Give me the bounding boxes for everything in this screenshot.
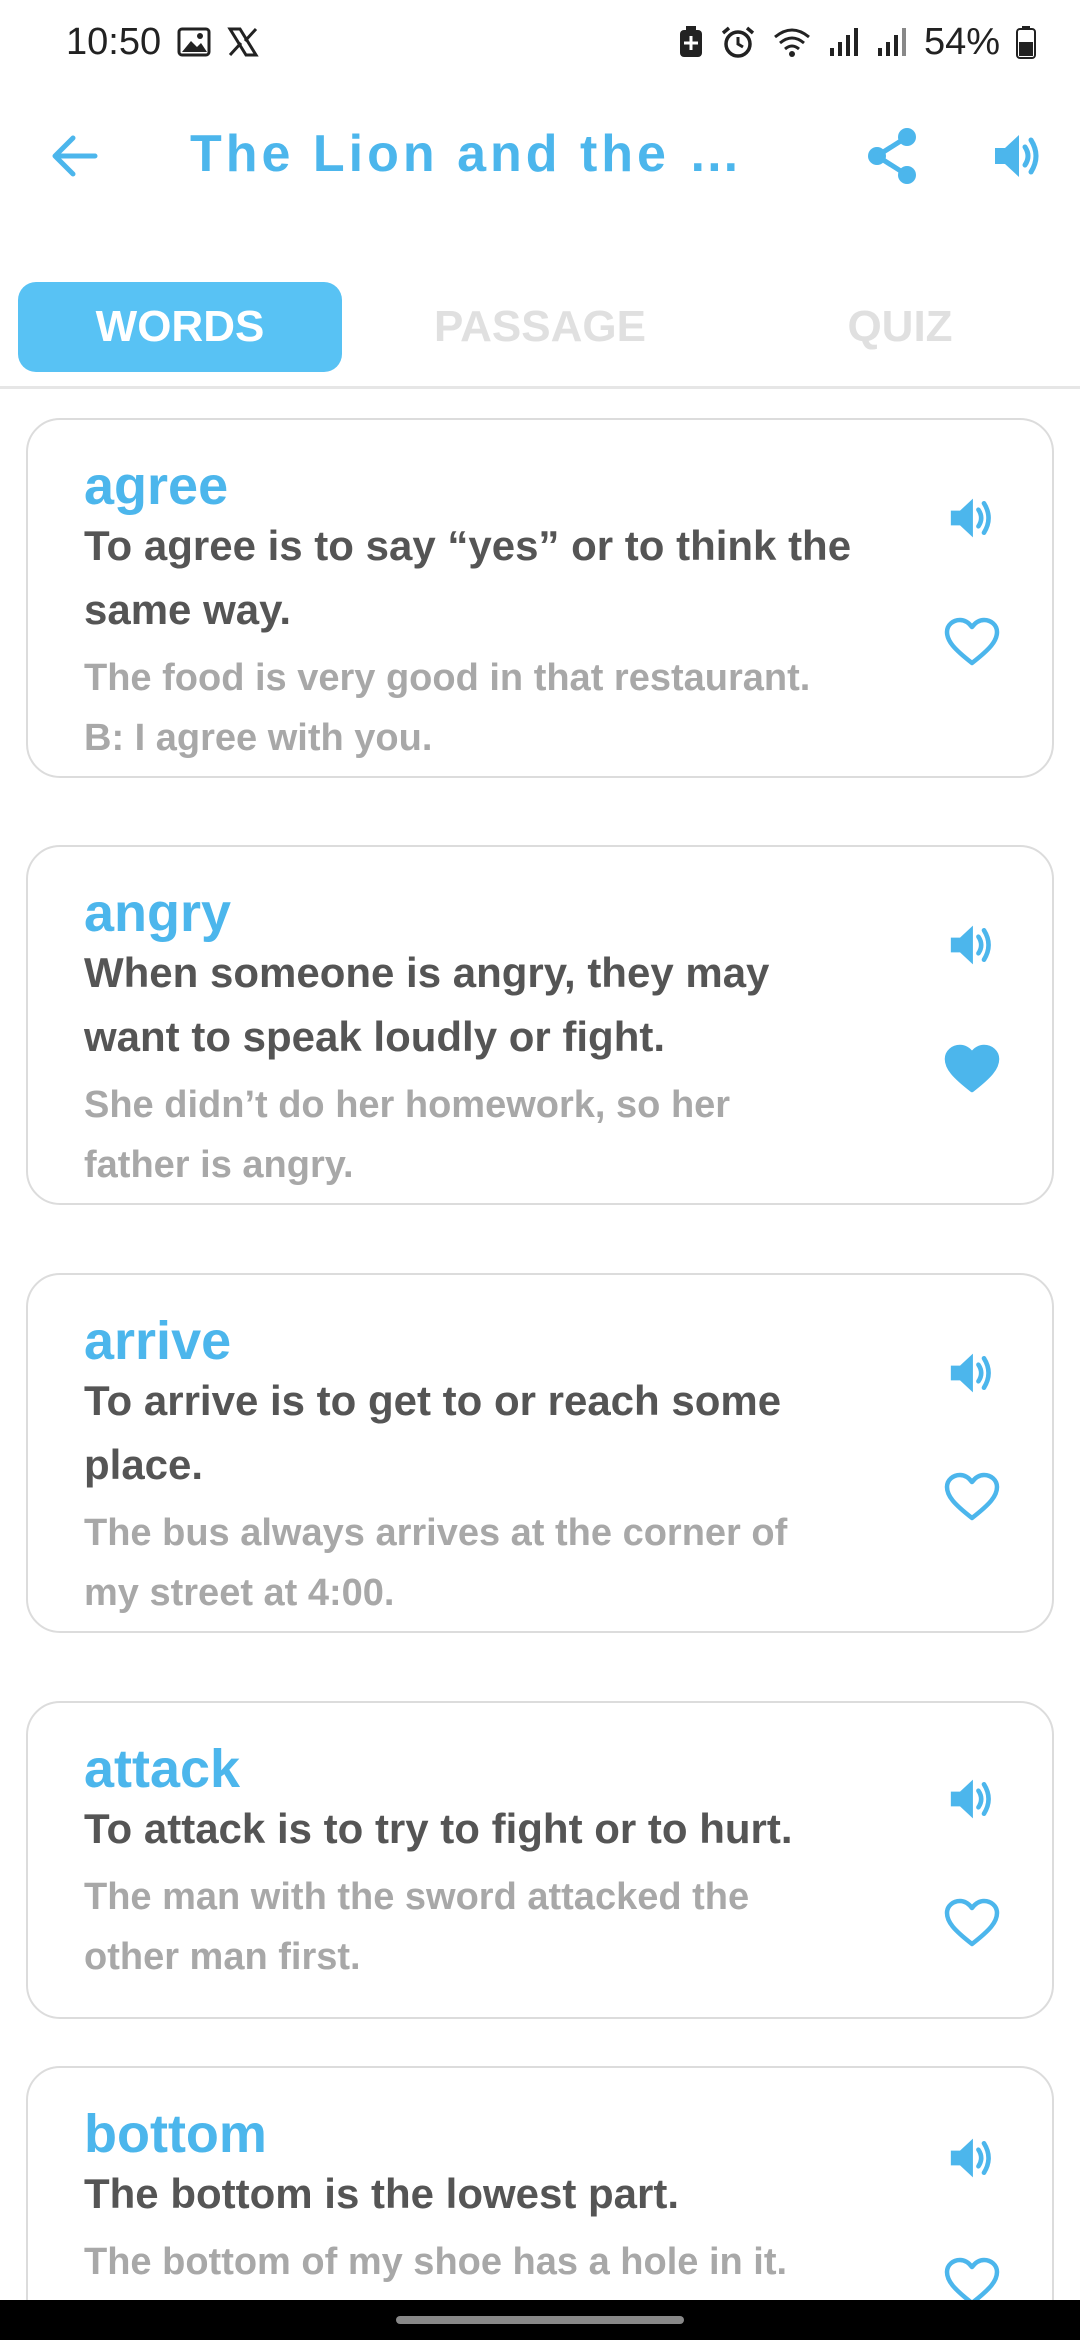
tab-passage[interactable]: PASSAGE	[378, 282, 702, 372]
word-term: arrive	[84, 1311, 232, 1371]
pronounce-button[interactable]	[932, 1333, 1012, 1413]
tab-words[interactable]: WORDS	[18, 282, 342, 372]
speaker-icon	[950, 1353, 991, 1393]
tab-divider	[0, 386, 1080, 389]
tab-quiz[interactable]: QUIZ	[738, 282, 1062, 372]
word-definition: The bottom is the lowest part.	[84, 2170, 680, 2217]
status-bar: 10:50 54%	[0, 0, 1080, 84]
x-logo-icon	[227, 26, 259, 58]
word-definition: To attack is to try to fight or to hurt.	[84, 1805, 793, 1852]
word-example: B: I agree with you.	[84, 717, 433, 759]
favorite-button[interactable]	[932, 602, 1012, 682]
word-term: angry	[84, 883, 232, 943]
word-example: father is angry.	[84, 1144, 354, 1186]
speaker-icon	[950, 2138, 991, 2178]
back-arrow-icon	[52, 135, 98, 177]
wifi-icon	[772, 26, 812, 58]
heart-outline-icon	[944, 1472, 1000, 1521]
app-screen: 10:50 54% The Lion and the R… WORDS PASS…	[0, 0, 1080, 2340]
speaker-button[interactable]	[978, 116, 1058, 196]
page-title: The Lion and the R…	[190, 125, 780, 183]
word-definition: place.	[84, 1441, 204, 1488]
share-icon	[868, 128, 916, 184]
heart-outline-icon	[944, 617, 1000, 666]
pronounce-button[interactable]	[932, 1759, 1012, 1839]
heart-outline-icon	[944, 1898, 1000, 1947]
word-example: The food is very good in that restaurant…	[84, 657, 811, 699]
status-time: 10:50	[66, 20, 162, 63]
back-button[interactable]	[34, 116, 114, 196]
signal-icon	[828, 26, 860, 58]
word-definition: To arrive is to get to or reach some	[84, 1377, 782, 1424]
speaker-icon	[950, 498, 991, 538]
favorite-button[interactable]	[932, 1883, 1012, 1963]
app-header: The Lion and the R…	[0, 100, 1080, 212]
heart-filled-icon	[944, 1044, 1000, 1093]
word-example: She didn’t do her homework, so her	[84, 1084, 731, 1126]
word-definition: When someone is angry, they may	[84, 949, 770, 996]
word-example: my street at 4:00.	[84, 1572, 395, 1614]
word-card: arrive To arrive is to get to or reach s…	[26, 1273, 1054, 1633]
tab-bar: WORDS PASSAGE QUIZ	[0, 280, 1080, 390]
word-example: The man with the sword attacked the	[84, 1876, 750, 1918]
word-definition: want to speak loudly or fight.	[84, 1013, 666, 1060]
word-list[interactable]: agree To agree is to say “yes” or to thi…	[0, 390, 1080, 2300]
word-definition: To agree is to say “yes” or to think the	[84, 522, 852, 569]
word-term: agree	[84, 456, 229, 516]
word-example: other man first.	[84, 1936, 361, 1978]
system-nav-bar	[0, 2300, 1080, 2340]
gallery-icon	[177, 27, 211, 57]
battery-icon	[1016, 25, 1036, 59]
favorite-button[interactable]	[932, 2242, 1012, 2300]
battery-saver-icon	[678, 25, 704, 59]
word-example: The bottom of my shoe has a hole in it.	[84, 2241, 788, 2283]
speaker-icon	[950, 925, 991, 965]
word-card: bottom The bottom is the lowest part. Th…	[26, 2066, 1054, 2300]
favorite-button[interactable]	[932, 1457, 1012, 1537]
signal-icon	[876, 26, 908, 58]
word-example: The bus always arrives at the corner of	[84, 1512, 788, 1554]
battery-percent: 54%	[923, 20, 1000, 63]
pronounce-button[interactable]	[932, 2118, 1012, 2198]
word-term: attack	[84, 1739, 241, 1799]
share-button[interactable]	[852, 116, 932, 196]
pronounce-button[interactable]	[932, 905, 1012, 985]
word-card: agree To agree is to say “yes” or to thi…	[26, 418, 1054, 778]
word-card: angry When someone is angry, they may wa…	[26, 845, 1054, 1205]
home-indicator[interactable]	[396, 2316, 684, 2324]
word-card: attack To attack is to try to fight or t…	[26, 1701, 1054, 2019]
speaker-icon	[995, 135, 1039, 177]
heart-outline-icon	[944, 2257, 1000, 2300]
status-right: 54%	[678, 21, 1036, 64]
speaker-icon	[950, 1779, 991, 1819]
word-definition: same way.	[84, 586, 292, 633]
alarm-icon	[720, 25, 756, 59]
status-left: 10:50	[66, 21, 259, 64]
word-term: bottom	[84, 2104, 267, 2164]
pronounce-button[interactable]	[932, 478, 1012, 558]
favorite-button[interactable]	[932, 1029, 1012, 1109]
